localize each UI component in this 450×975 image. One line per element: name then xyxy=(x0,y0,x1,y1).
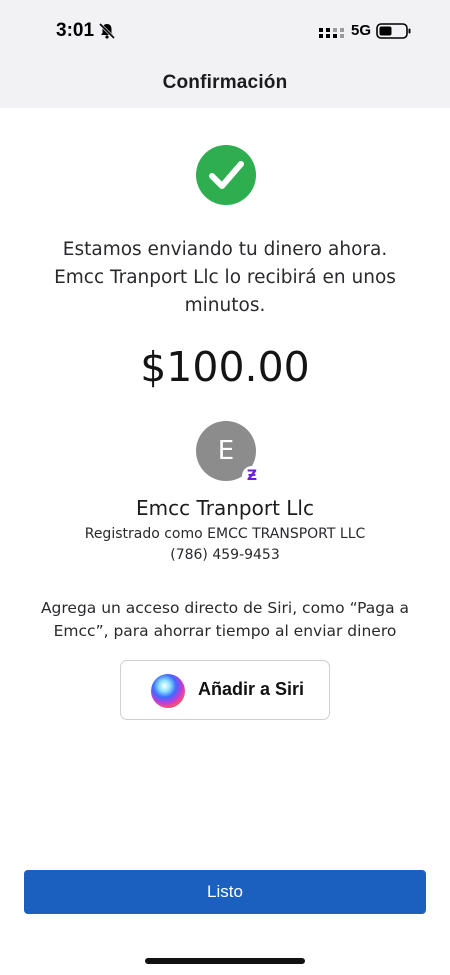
recipient-phone: (786) 459-9453 xyxy=(170,547,280,563)
signal-icon xyxy=(319,28,344,38)
status-time: 3:01 xyxy=(56,20,95,41)
siri-shortcut-description: Agrega un acceso directo de Siri, como “… xyxy=(40,599,410,640)
registered-name: Registrado como EMCC TRANSPORT LLC xyxy=(84,526,366,542)
zelle-icon: Ƶ xyxy=(242,466,262,486)
header-area: 3:01 5G Confirmación xyxy=(0,0,450,108)
status-bar: 3:01 5G xyxy=(0,0,450,60)
add-to-siri-label: Añadir a Siri xyxy=(198,679,305,699)
siri-icon xyxy=(151,674,185,708)
page-title: Confirmación xyxy=(162,72,288,93)
done-button[interactable]: Listo xyxy=(24,870,426,914)
battery-icon xyxy=(376,23,411,39)
bell-slash-icon xyxy=(98,22,116,40)
network-type: 5G xyxy=(351,22,372,39)
confirmation-screen: 3:01 5G Confirmación Estamos enviando tu… xyxy=(0,0,450,975)
avatar-initial: E xyxy=(217,436,235,466)
checkmark-circle-icon xyxy=(196,145,256,205)
home-indicator[interactable] xyxy=(145,958,305,964)
recipient-name: Emcc Tranport Llc xyxy=(136,496,314,520)
done-button-label: Listo xyxy=(207,882,243,901)
confirmation-message: Estamos enviando tu dinero ahora. Emcc T… xyxy=(54,239,396,316)
add-to-siri-button[interactable]: Añadir a Siri xyxy=(120,660,330,720)
sent-amount: $100.00 xyxy=(140,343,310,391)
